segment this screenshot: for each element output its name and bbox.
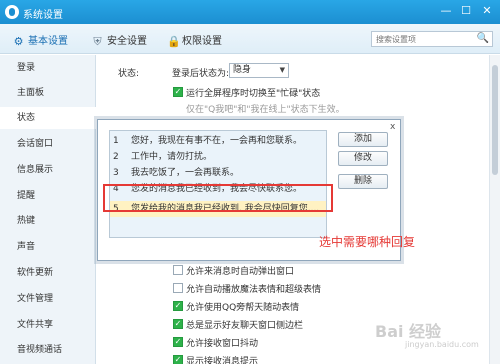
sidebar: 登录 主面板 状态 会话窗口 信息展示 提醒 热键 声音 软件更新 文件管理 文… <box>0 55 96 364</box>
title-bar: 系统设置 — ☐ ✕ <box>0 0 500 24</box>
login-status-select[interactable]: 隐身 ▼ <box>229 63 289 78</box>
gear-icon: ⚙ <box>13 35 24 48</box>
search-box[interactable]: 🔍 <box>371 31 493 47</box>
sidebar-item-sound[interactable]: 声音 <box>0 236 96 258</box>
list-item[interactable]: 1 您好，我现在有事不在，一会再和您联系。 <box>110 133 326 149</box>
tab-permission-settings[interactable]: 🔒权限设置 <box>167 32 222 48</box>
sidebar-item-chat-window[interactable]: 会话窗口 <box>0 133 96 155</box>
watermark-brand: Bai 经验 <box>375 322 442 341</box>
option-checkbox-auto-play-emoji[interactable] <box>173 283 183 293</box>
sidebar-item-file-management[interactable]: 文件管理 <box>0 288 96 310</box>
option-checkbox-auto-popup[interactable] <box>173 265 183 275</box>
add-button[interactable]: 添加 <box>338 132 388 147</box>
tab-security-settings[interactable]: ⛨ 安全设置 <box>92 32 147 48</box>
edit-button[interactable]: 修改 <box>338 151 388 166</box>
tab-label: 安全设置 <box>107 36 147 47</box>
option-checkbox-show-sidebar[interactable]: ✓ <box>173 319 183 329</box>
close-button[interactable]: ✕ <box>480 4 494 18</box>
sidebar-item-reminder[interactable]: 提醒 <box>0 185 96 207</box>
option-checkbox-window-shake[interactable]: ✓ <box>173 337 183 347</box>
shield-icon: ⛨ <box>93 35 102 48</box>
option-checkbox-message-tip[interactable]: ✓ <box>173 355 183 364</box>
lock-icon: 🔒 <box>167 35 181 48</box>
list-item[interactable]: 3 我去吃饭了，一会再联系。 <box>110 165 326 181</box>
option-label: 总是显示好友聊天窗口侧边栏 <box>186 321 304 331</box>
option-label: 允许来消息时自动弹出窗口 <box>186 267 295 277</box>
sidebar-item-av-call[interactable]: 音视频通话 <box>0 339 96 361</box>
annotation-text: 选中需要哪种回复 <box>319 235 416 249</box>
login-status-label: 登录后状态为: <box>172 69 230 79</box>
tab-label: 基本设置 <box>28 36 68 47</box>
row-text: 工作中，请勿打扰。 <box>131 152 213 162</box>
search-icon[interactable]: 🔍 <box>477 33 489 44</box>
watermark-url: jingyan.baidu.com <box>405 340 479 349</box>
sidebar-item-hotkey[interactable]: 热键 <box>0 210 96 232</box>
login-status-value: 隐身 <box>233 65 252 75</box>
list-item[interactable]: 2 工作中，请勿打扰。 <box>110 149 326 165</box>
maximize-button[interactable]: ☐ <box>459 4 473 18</box>
row-number: 1 <box>113 136 119 146</box>
tab-label: 权限设置 <box>182 36 222 47</box>
option-label: 允许使用QQ旁帮天随动表情 <box>186 303 300 313</box>
sidebar-item-main-panel[interactable]: 主面板 <box>0 82 96 104</box>
search-input[interactable] <box>372 32 476 46</box>
window-title: 系统设置 <box>23 10 63 21</box>
fullscreen-busy-checkbox[interactable]: ✓ <box>173 87 183 97</box>
chevron-down-icon: ▼ <box>279 66 285 74</box>
qq-logo-icon <box>5 5 19 19</box>
option-label: 显示接收消息提示 <box>186 357 259 364</box>
status-section-label: 状态: <box>118 69 140 79</box>
highlight-box <box>103 184 333 212</box>
row-text: 我去吃饭了，一会再联系。 <box>131 168 240 178</box>
sidebar-item-status[interactable]: 状态 <box>0 107 96 129</box>
option-checkbox-qq-emoji[interactable]: ✓ <box>173 301 183 311</box>
tab-basic-settings[interactable]: ⚙ 基本设置 <box>13 32 68 48</box>
delete-button[interactable]: 删除 <box>338 174 388 189</box>
sidebar-item-file-sharing[interactable]: 文件共享 <box>0 314 96 336</box>
scrollbar-thumb[interactable] <box>492 65 498 175</box>
fullscreen-busy-hint: 仅在"Q我吧"和"我在线上"状态下生效。 <box>186 105 345 115</box>
dialog-close-icon[interactable]: x <box>390 122 395 132</box>
sidebar-item-login[interactable]: 登录 <box>0 57 96 79</box>
row-number: 2 <box>113 152 119 162</box>
settings-scrollbar[interactable] <box>489 55 500 364</box>
option-label: 允许接收窗口抖动 <box>186 339 259 349</box>
minimize-button[interactable]: — <box>439 4 453 18</box>
row-number: 3 <box>113 168 119 178</box>
row-text: 您好，我现在有事不在，一会再和您联系。 <box>131 136 303 146</box>
sidebar-item-software-update[interactable]: 软件更新 <box>0 262 96 284</box>
sidebar-item-info-display[interactable]: 信息展示 <box>0 159 96 181</box>
option-label: 允许自动播放魔法表情和超级表情 <box>186 285 322 295</box>
fullscreen-busy-label: 运行全屏程序时切换至"忙碌"状态 <box>186 89 321 99</box>
